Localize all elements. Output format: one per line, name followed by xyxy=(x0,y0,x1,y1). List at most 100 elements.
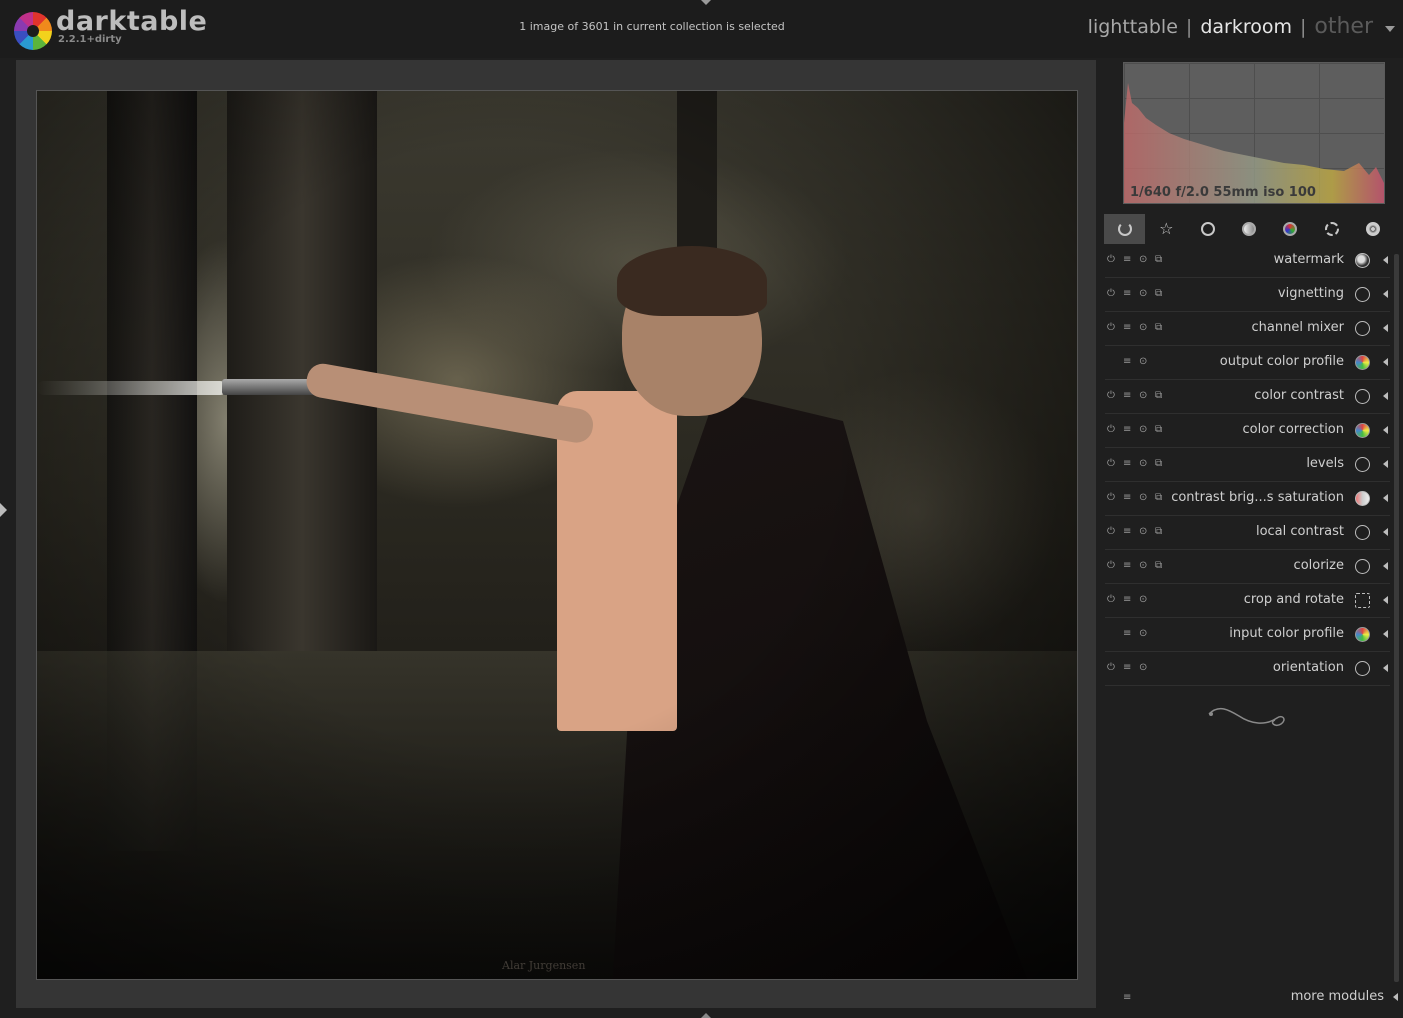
module-levels[interactable]: ⏻ ≡ ⊙ ⧉ levels xyxy=(1105,448,1390,482)
views-dropdown-icon[interactable] xyxy=(1385,26,1395,32)
left-panel-toggle-icon[interactable] xyxy=(0,503,7,517)
module-power-icon[interactable]: ⏻ xyxy=(1107,289,1115,299)
module-reset-icon[interactable]: ⧉ xyxy=(1155,527,1162,537)
module-presets-icon[interactable]: ≡ xyxy=(1123,425,1131,435)
module-channel-mixer[interactable]: ⏻ ≡ ⊙ ⧉ channel mixer xyxy=(1105,312,1390,346)
module-multi-instance-icon[interactable]: ⊙ xyxy=(1139,255,1147,265)
module-multi-instance-icon[interactable]: ⊙ xyxy=(1139,527,1147,537)
module-presets-icon[interactable]: ≡ xyxy=(1123,391,1131,401)
module-presets-icon[interactable]: ≡ xyxy=(1123,663,1131,673)
module-output-color-profile[interactable]: ≡ ⊙ output color profile xyxy=(1105,346,1390,380)
module-multi-instance-icon[interactable]: ⊙ xyxy=(1139,391,1147,401)
module-label: colorize xyxy=(1293,558,1344,573)
module-presets-icon[interactable]: ≡ xyxy=(1123,992,1131,1003)
module-multi-instance-icon[interactable]: ⊙ xyxy=(1139,561,1147,571)
view-other[interactable]: other xyxy=(1314,14,1373,39)
expand-arrow-icon[interactable] xyxy=(1383,494,1388,502)
module-presets-icon[interactable]: ≡ xyxy=(1123,595,1131,605)
module-multi-instance-icon[interactable]: ⊙ xyxy=(1139,323,1147,333)
histogram-curve xyxy=(1124,83,1384,203)
group-effect[interactable] xyxy=(1353,214,1394,244)
expand-arrow-icon[interactable] xyxy=(1383,426,1388,434)
top-panel-toggle-icon[interactable] xyxy=(701,0,711,5)
module-reset-icon[interactable]: ⧉ xyxy=(1155,425,1162,435)
module-input-color-profile[interactable]: ≡ ⊙ input color profile xyxy=(1105,618,1390,652)
module-presets-icon[interactable]: ≡ xyxy=(1123,527,1131,537)
expand-arrow-icon[interactable] xyxy=(1383,596,1388,604)
group-active-modules[interactable] xyxy=(1104,214,1146,244)
module-reset-icon[interactable]: ⧉ xyxy=(1155,561,1162,571)
module-reset-icon[interactable]: ⧉ xyxy=(1155,323,1162,333)
rotate-icon xyxy=(1324,222,1339,236)
expand-arrow-icon[interactable] xyxy=(1383,392,1388,400)
levels-icon xyxy=(1355,457,1370,472)
expand-arrow-icon[interactable] xyxy=(1393,993,1398,1001)
module-presets-icon[interactable]: ≡ xyxy=(1123,459,1131,469)
module-power-icon[interactable]: ⏻ xyxy=(1107,459,1115,469)
more-modules-row[interactable]: ≡ more modules xyxy=(1105,986,1400,1008)
more-modules-label: more modules xyxy=(1290,989,1384,1004)
watermark-icon xyxy=(1355,253,1370,268)
expand-arrow-icon[interactable] xyxy=(1383,460,1388,468)
module-multi-instance-icon[interactable]: ⊙ xyxy=(1139,357,1147,367)
module-power-icon[interactable]: ⏻ xyxy=(1107,527,1115,537)
main-photo[interactable]: Alar Jurgensen xyxy=(36,90,1078,980)
module-multi-instance-icon[interactable]: ⊙ xyxy=(1139,493,1147,503)
module-watermark[interactable]: ⏻ ≡ ⊙ ⧉ watermark xyxy=(1105,244,1390,278)
group-favorite-modules[interactable]: ☆ xyxy=(1145,214,1186,244)
module-presets-icon[interactable]: ≡ xyxy=(1123,357,1131,367)
module-reset-icon[interactable]: ⧉ xyxy=(1155,493,1162,503)
module-power-icon[interactable]: ⏻ xyxy=(1107,255,1115,265)
module-presets-icon[interactable]: ≡ xyxy=(1123,255,1131,265)
module-reset-icon[interactable]: ⧉ xyxy=(1155,459,1162,469)
module-vignetting[interactable]: ⏻ ≡ ⊙ ⧉ vignetting xyxy=(1105,278,1390,312)
module-scrollbar[interactable] xyxy=(1394,254,1399,982)
expand-arrow-icon[interactable] xyxy=(1383,630,1388,638)
module-reset-icon[interactable]: ⧉ xyxy=(1155,391,1162,401)
view-lighttable[interactable]: lighttable xyxy=(1088,16,1178,38)
expand-arrow-icon[interactable] xyxy=(1383,528,1388,536)
module-power-icon[interactable]: ⏻ xyxy=(1107,561,1115,571)
module-presets-icon[interactable]: ≡ xyxy=(1123,561,1131,571)
module-crop-and-rotate[interactable]: ⏻ ≡ ⊙ crop and rotate xyxy=(1105,584,1390,618)
module-multi-instance-icon[interactable]: ⊙ xyxy=(1139,459,1147,469)
group-color[interactable] xyxy=(1270,214,1311,244)
bottom-panel-toggle-icon[interactable] xyxy=(701,1013,711,1018)
module-presets-icon[interactable]: ≡ xyxy=(1123,289,1131,299)
module-presets-icon[interactable]: ≡ xyxy=(1123,493,1131,503)
module-power-icon[interactable]: ⏻ xyxy=(1107,425,1115,435)
module-orientation[interactable]: ⏻ ≡ ⊙ orientation xyxy=(1105,652,1390,686)
module-power-icon[interactable]: ⏻ xyxy=(1107,595,1115,605)
group-basic[interactable] xyxy=(1187,214,1228,244)
histogram[interactable]: 1/640 f/2.0 55mm iso 100 xyxy=(1123,62,1385,204)
module-color-contrast[interactable]: ⏻ ≡ ⊙ ⧉ color contrast xyxy=(1105,380,1390,414)
view-darkroom[interactable]: darkroom xyxy=(1200,16,1292,38)
module-reset-icon[interactable]: ⧉ xyxy=(1155,289,1162,299)
module-color-correction[interactable]: ⏻ ≡ ⊙ ⧉ color correction xyxy=(1105,414,1390,448)
expand-arrow-icon[interactable] xyxy=(1383,664,1388,672)
group-correction[interactable] xyxy=(1311,214,1352,244)
expand-arrow-icon[interactable] xyxy=(1383,358,1388,366)
expand-arrow-icon[interactable] xyxy=(1383,256,1388,264)
expand-arrow-icon[interactable] xyxy=(1383,324,1388,332)
module-multi-instance-icon[interactable]: ⊙ xyxy=(1139,595,1147,605)
module-power-icon[interactable]: ⏻ xyxy=(1107,493,1115,503)
module-multi-instance-icon[interactable]: ⊙ xyxy=(1139,629,1147,639)
module-reset-icon[interactable]: ⧉ xyxy=(1155,255,1162,265)
module-multi-instance-icon[interactable]: ⊙ xyxy=(1139,663,1147,673)
expand-arrow-icon[interactable] xyxy=(1383,562,1388,570)
expand-arrow-icon[interactable] xyxy=(1383,290,1388,298)
group-tone[interactable] xyxy=(1228,214,1269,244)
vignetting-icon xyxy=(1355,287,1370,302)
module-multi-instance-icon[interactable]: ⊙ xyxy=(1139,289,1147,299)
module-presets-icon[interactable]: ≡ xyxy=(1123,629,1131,639)
module-power-icon[interactable]: ⏻ xyxy=(1107,663,1115,673)
module-colorize[interactable]: ⏻ ≡ ⊙ ⧉ colorize xyxy=(1105,550,1390,584)
module-local-contrast[interactable]: ⏻ ≡ ⊙ ⧉ local contrast xyxy=(1105,516,1390,550)
module-contrast-brightness-saturation[interactable]: ⏻ ≡ ⊙ ⧉ contrast brig...s saturation xyxy=(1105,482,1390,516)
module-multi-instance-icon[interactable]: ⊙ xyxy=(1139,425,1147,435)
module-power-icon[interactable]: ⏻ xyxy=(1107,391,1115,401)
module-presets-icon[interactable]: ≡ xyxy=(1123,323,1131,333)
module-label: orientation xyxy=(1272,660,1344,675)
module-power-icon[interactable]: ⏻ xyxy=(1107,323,1115,333)
